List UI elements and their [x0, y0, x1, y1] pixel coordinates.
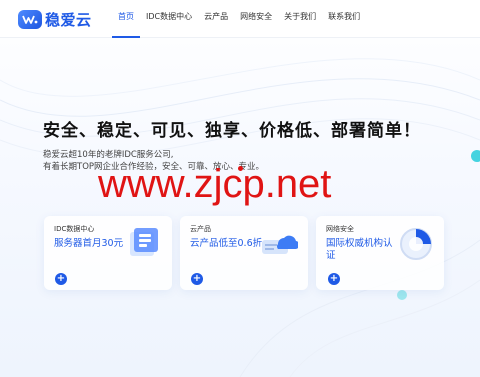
- main-nav: 首页 IDC数据中心 云产品 网络安全 关于我们 联系我们: [112, 0, 366, 38]
- hero-desc-line-1: 稳爱云超10年的老牌IDC服务公司,: [43, 150, 174, 160]
- decor-dot-cyan: [471, 150, 480, 162]
- nav-item-cloud[interactable]: 云产品: [198, 0, 234, 38]
- logo-text: 稳爱云: [45, 10, 92, 29]
- card-idc-headline: 服务器首月30元: [54, 238, 124, 249]
- card-cloud-plus-button[interactable]: +: [191, 273, 203, 285]
- card-security-plus-button[interactable]: +: [328, 273, 340, 285]
- nav-item-idc[interactable]: IDC数据中心: [140, 0, 198, 38]
- page: 稳爱云 首页 IDC数据中心 云产品 网络安全 关于我们 联系我们 安全、稳定、…: [0, 0, 480, 377]
- card-idc-subtitle: IDC数据中心: [54, 225, 95, 233]
- cloud-server-icon: [262, 235, 298, 254]
- nav-item-about[interactable]: 关于我们: [278, 0, 322, 38]
- hero-title: 安全、稳定、可见、独享、价格低、部署简单！: [43, 121, 421, 141]
- card-cloud-subtitle: 云产品: [190, 225, 211, 233]
- background-lines: [0, 58, 480, 377]
- card-cloud-headline: 云产品低至0.6折: [190, 238, 263, 249]
- card-security-headline: 国际权威机构认证: [326, 238, 393, 261]
- logo-mark-icon: [18, 9, 42, 29]
- logo[interactable]: 稳爱云: [18, 8, 92, 30]
- nav-item-home[interactable]: 首页: [112, 0, 140, 38]
- security-dial-icon: [400, 228, 432, 260]
- top-header: 稳爱云 首页 IDC数据中心 云产品 网络安全 关于我们 联系我们: [0, 0, 480, 38]
- server-cube-icon: [130, 228, 158, 256]
- watermark-text: www.zjcp.net: [98, 162, 332, 206]
- card-security-subtitle: 网络安全: [326, 225, 354, 233]
- nav-item-security[interactable]: 网络安全: [234, 0, 278, 38]
- nav-item-contact[interactable]: 联系我们: [322, 0, 366, 38]
- card-idc-plus-button[interactable]: +: [55, 273, 67, 285]
- decor-dot-cyan-small: [397, 290, 407, 300]
